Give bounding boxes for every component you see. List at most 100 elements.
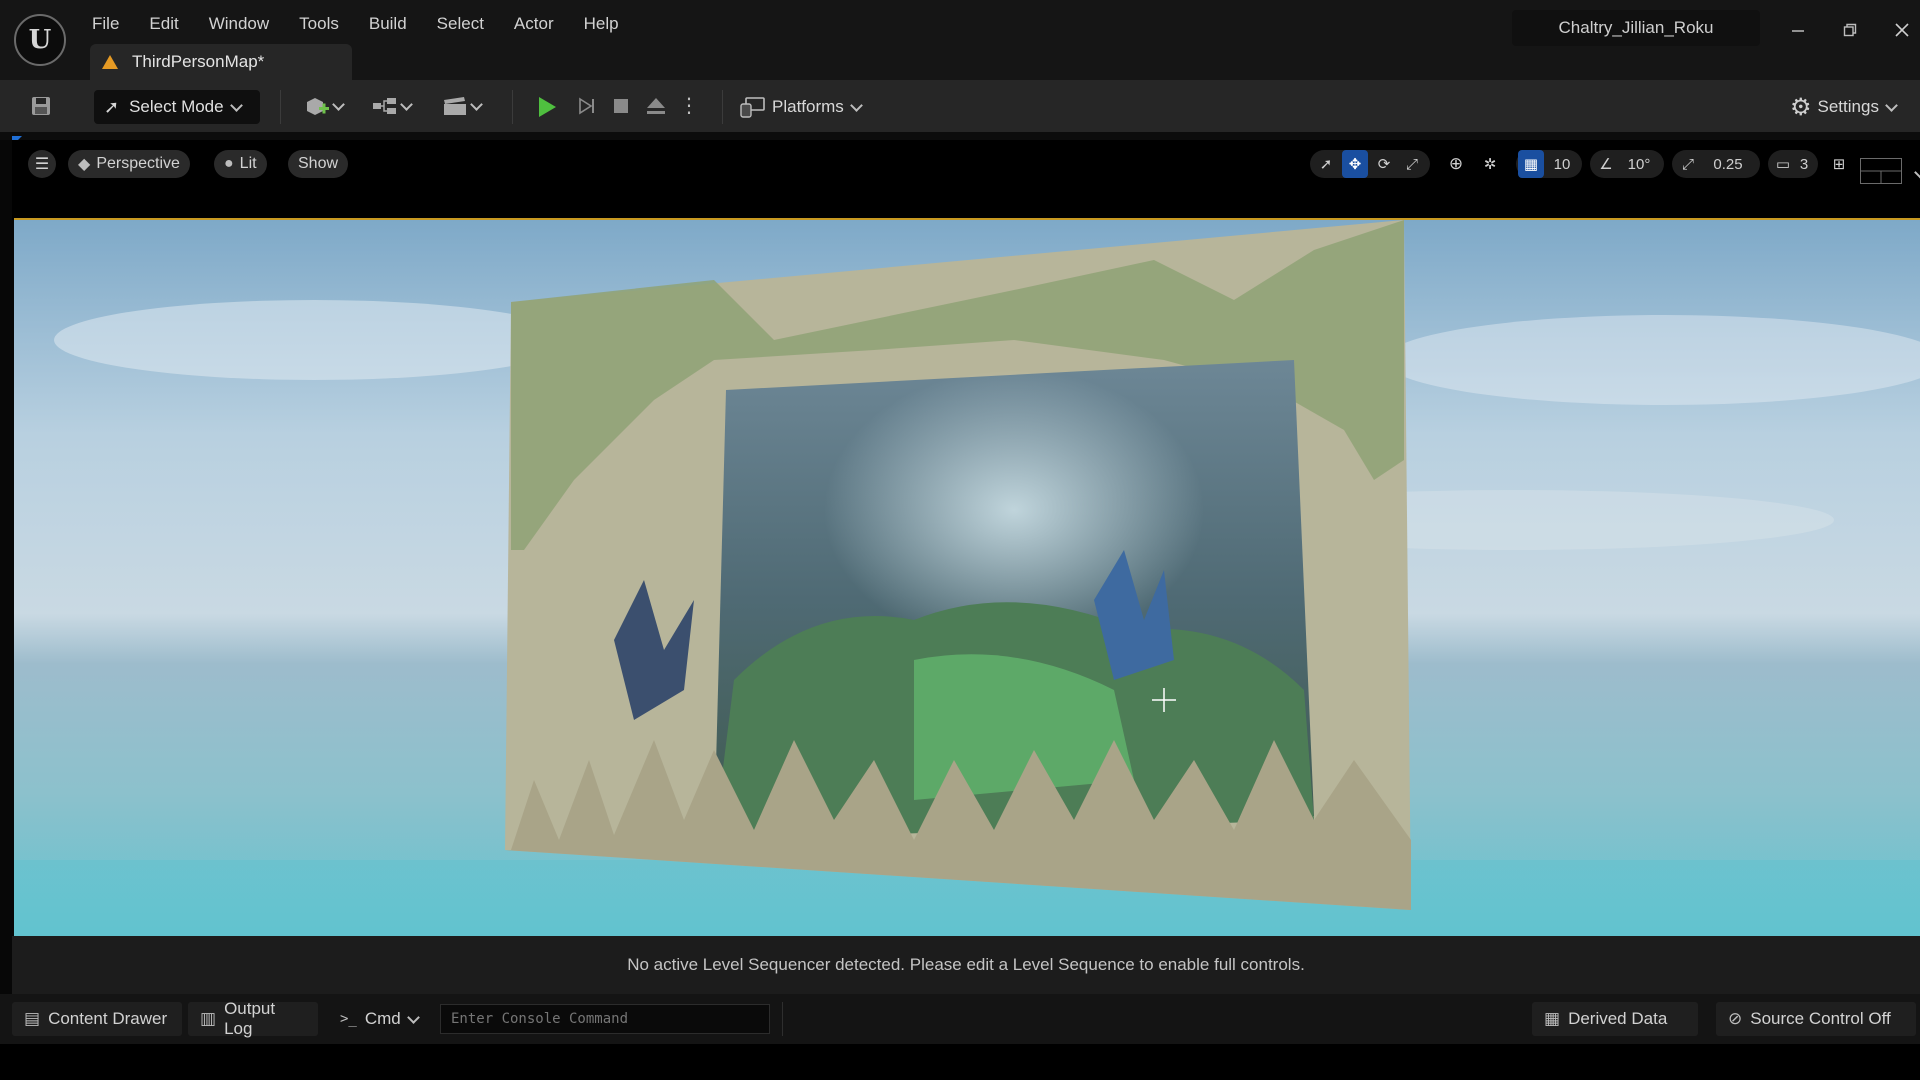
unreal-logo-icon[interactable]: U: [14, 14, 66, 66]
toolbar-divider: [512, 90, 513, 124]
rotation-snap-toggle[interactable]: ∠: [1594, 150, 1618, 178]
menu-help[interactable]: Help: [572, 12, 637, 36]
cmd-label: Cmd: [364, 1009, 401, 1028]
perspective-button[interactable]: ◆ Perspective: [68, 150, 190, 178]
play-button[interactable]: [530, 90, 564, 124]
add-actor-button[interactable]: [298, 80, 348, 132]
chevron-down-icon: [1885, 98, 1898, 112]
level-icon: [102, 55, 118, 69]
settings-dropdown[interactable]: ⚙ Settings: [1790, 90, 1898, 124]
main-toolbar: ➚ Select Mode ⋮ Platforms ⚙ Settings: [0, 80, 1920, 132]
show-button[interactable]: Show: [288, 150, 349, 178]
rotation-snap-value-button[interactable]: 10°: [1618, 150, 1660, 178]
show-label: Show: [298, 155, 339, 172]
coordinate-system-button[interactable]: ⊕: [1442, 150, 1470, 178]
menu-build[interactable]: Build: [357, 12, 425, 36]
close-icon: [1895, 23, 1909, 37]
project-name: Chaltry_Jillian_Roku: [1558, 18, 1714, 37]
source-control-button[interactable]: ⊘ Source Control Off: [1716, 1002, 1916, 1036]
chevron-down-icon: [849, 98, 863, 112]
level-document-tab[interactable]: ThirdPersonMap*: [90, 44, 352, 80]
layout-grid-icon: ⊞: [1832, 156, 1846, 173]
menu-window[interactable]: Window: [197, 12, 287, 36]
restore-button[interactable]: [1832, 12, 1868, 48]
menu-select[interactable]: Select: [425, 12, 502, 36]
close-window-button[interactable]: [1884, 12, 1920, 48]
translate-tool-button[interactable]: ✥: [1342, 150, 1368, 178]
hamburger-menu-icon: ☰: [34, 156, 50, 173]
select-mode-dropdown[interactable]: ➚ Select Mode: [94, 90, 260, 124]
platforms-icon: [740, 97, 765, 118]
camera-speed-value: 3: [1799, 155, 1809, 173]
derived-data-label: Derived Data: [1568, 1009, 1668, 1028]
viewport-toolbar: ☰ ◆ Perspective ● Lit Show ➚ ✥ ⟳ ⤢ ⊕ ✲ ▦…: [12, 140, 1920, 220]
console-command-input[interactable]: [440, 1004, 770, 1034]
advance-frame-button[interactable]: [572, 80, 602, 132]
scale-snap-value-button[interactable]: 0.25: [1702, 150, 1754, 178]
menu-actor[interactable]: Actor: [502, 12, 572, 36]
chevron-down-icon: [229, 98, 243, 112]
camera-icon: ▭: [1775, 156, 1791, 173]
scale-tool-button[interactable]: ⤢: [1400, 150, 1424, 178]
cursor-arrow-icon: ➚: [1319, 156, 1333, 173]
main-menu: File Edit Window Tools Build Select Acto…: [80, 12, 637, 36]
scale-snap-toggle[interactable]: ⤢: [1676, 150, 1700, 178]
play-options-button[interactable]: ⋮: [678, 80, 700, 132]
eject-button[interactable]: [640, 80, 672, 132]
menu-tools[interactable]: Tools: [287, 12, 357, 36]
panel-gap: [0, 132, 1920, 140]
select-mode-label: Select Mode: [129, 97, 224, 116]
derived-data-button[interactable]: ▦ Derived Data: [1532, 1002, 1698, 1036]
rotation-snap-value: 10°: [1627, 155, 1651, 173]
level-viewport[interactable]: [14, 218, 1920, 936]
viewport-size-button[interactable]: [1860, 158, 1902, 184]
grid-snap-value: 10: [1553, 155, 1571, 173]
chevron-down-icon: [1914, 166, 1920, 179]
menu-file[interactable]: File: [80, 12, 137, 36]
menu-edit[interactable]: Edit: [137, 12, 196, 36]
scale-arrow-icon: ⤢: [1681, 155, 1694, 173]
camera-speed-button[interactable]: ▭: [1772, 150, 1794, 178]
step-forward-icon: [579, 97, 594, 115]
grid-icon: ▦: [1523, 156, 1539, 173]
rotate-tool-button[interactable]: ⟳: [1372, 150, 1396, 178]
cinematics-button[interactable]: [436, 80, 486, 132]
chevron-down-icon: [399, 97, 413, 111]
clapperboard-icon: [443, 97, 466, 115]
cmd-dropdown[interactable]: >_ Cmd: [328, 1002, 432, 1036]
perspective-label: Perspective: [96, 155, 180, 172]
bottom-strip: [0, 1044, 1920, 1080]
blueprints-button[interactable]: [366, 80, 416, 132]
rotate-icon: ⟳: [1377, 156, 1391, 173]
save-icon: [32, 97, 50, 115]
content-drawer-button[interactable]: ▤ Content Drawer: [12, 1002, 182, 1036]
output-log-icon: ▥: [200, 1009, 217, 1028]
viewport-options-button[interactable]: ☰: [28, 150, 56, 178]
viewport-layout-button[interactable]: ⊞: [1826, 150, 1852, 178]
select-tool-button[interactable]: ➚: [1314, 150, 1338, 178]
output-log-button[interactable]: ▥ Output Log: [188, 999, 318, 1038]
project-name-box: Chaltry_Jillian_Roku: [1512, 10, 1760, 46]
stop-button[interactable]: [606, 80, 636, 132]
save-button[interactable]: [26, 80, 56, 132]
angle-icon: ∠: [1599, 156, 1613, 173]
move-arrows-icon: ✥: [1348, 156, 1362, 173]
add-cube-icon: [306, 98, 329, 115]
surface-snapping-button[interactable]: ✲: [1476, 150, 1504, 178]
layout-preview-icon: [1861, 170, 1901, 183]
viewport-size-chevron[interactable]: [1908, 164, 1920, 179]
platforms-dropdown[interactable]: Platforms: [740, 90, 863, 124]
globe-icon: ⊕: [1448, 154, 1464, 173]
grid-snap-value-button[interactable]: 10: [1546, 150, 1578, 178]
minimize-button[interactable]: [1780, 12, 1816, 48]
title-bar: U File Edit Window Tools Build Select Ac…: [0, 0, 1920, 80]
document-tab-label: ThirdPersonMap*: [132, 52, 265, 71]
status-bar: ▤ Content Drawer ▥ Output Log >_ Cmd ▦ D…: [0, 994, 1920, 1044]
terminal-icon: >_: [340, 1011, 357, 1027]
source-control-label: Source Control Off: [1750, 1009, 1891, 1028]
surface-snap-icon: ✲: [1483, 156, 1497, 173]
chevron-down-icon: [406, 1010, 420, 1024]
view-mode-button[interactable]: ● Lit: [214, 150, 267, 178]
camera-speed-value-button[interactable]: 3: [1794, 150, 1814, 178]
grid-snap-toggle[interactable]: ▦: [1518, 150, 1544, 178]
